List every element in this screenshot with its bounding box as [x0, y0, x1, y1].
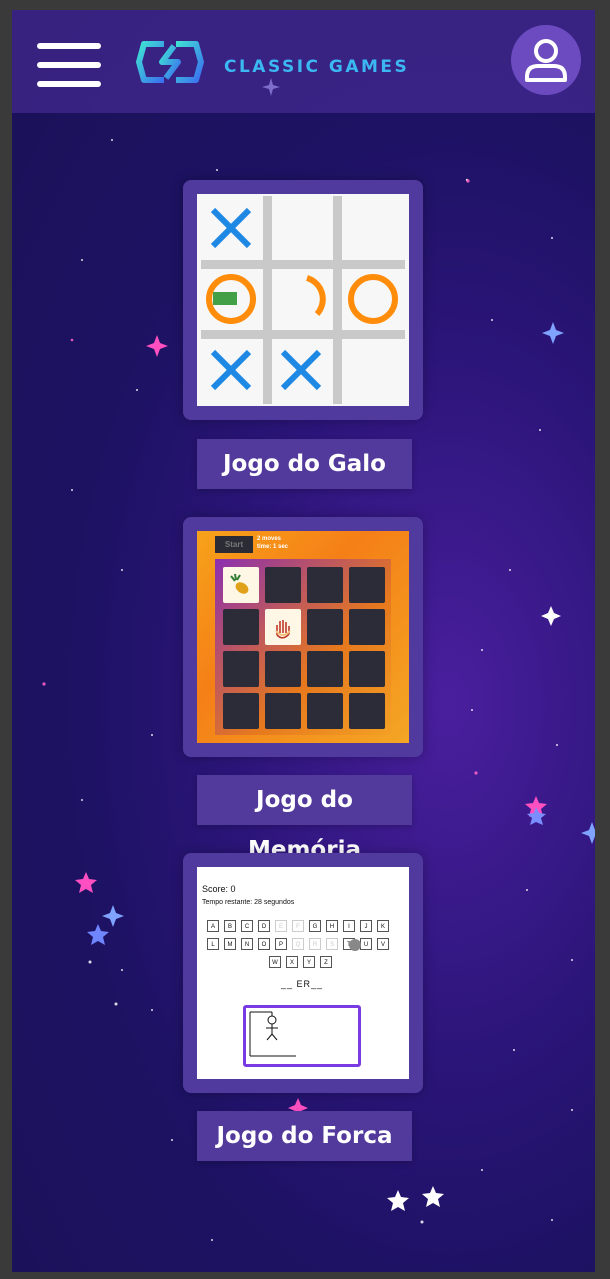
hangman-key-d: D [258, 920, 270, 932]
user-icon [525, 39, 567, 82]
hangman-key-i: I [343, 920, 355, 932]
hangman-button[interactable]: Jogo do Forca [197, 1111, 412, 1161]
hangman-key-q: Q [292, 938, 304, 950]
memory-game-thumbnail: Start 2 moves time: 1 sec [197, 531, 409, 743]
hangman-key-r: R [309, 938, 321, 950]
memory-card [349, 693, 385, 729]
memory-card [265, 693, 301, 729]
hangman-key-c: C [241, 920, 253, 932]
tic-tac-toe-card[interactable] [183, 180, 423, 420]
hangman-key-v: V [377, 938, 389, 950]
memory-time: time: 1 sec [257, 544, 289, 550]
memory-card [307, 567, 343, 603]
hand-icon [275, 620, 291, 639]
hangman-figure [249, 1011, 296, 1057]
memory-card [307, 651, 343, 687]
hangman-key-n: N [241, 938, 253, 950]
memory-card [349, 609, 385, 645]
classic-games-logo [136, 41, 204, 83]
memory-card [223, 651, 259, 687]
tic-tac-toe-board [197, 194, 409, 406]
hangman-key-u: U [360, 938, 372, 950]
memory-board [215, 559, 391, 735]
cursor-dot-icon [349, 939, 361, 951]
pineapple-icon [230, 573, 249, 594]
hangman-key-z: Z [320, 956, 332, 968]
main-screen: CLASSIC GAMES Jogo do Galo Start 2 moves… [12, 10, 595, 1272]
hangman-drawing [243, 1005, 361, 1067]
memory-moves: 2 moves [257, 536, 282, 542]
hangman-key-k: K [377, 920, 389, 932]
memory-card [307, 693, 343, 729]
hangman-key-l: L [207, 938, 219, 950]
memory-card-hand [265, 609, 301, 645]
hangman-key-h: H [326, 920, 338, 932]
hangman-key-p: P [275, 938, 287, 950]
hangman-key-m: M [224, 938, 236, 950]
memory-card [265, 567, 301, 603]
memory-start-button: Start [215, 536, 253, 553]
memory-card-pineapple [223, 567, 259, 603]
memory-card [349, 651, 385, 687]
memory-game-button[interactable]: Jogo do Memória [197, 775, 412, 863]
memory-card [223, 693, 259, 729]
hangman-word: __ ER__ [281, 979, 324, 989]
memory-game-card[interactable]: Start 2 moves time: 1 sec [183, 517, 423, 757]
memory-stats: 2 moves time: 1 sec [257, 535, 288, 551]
memory-card [223, 609, 259, 645]
memory-card [307, 609, 343, 645]
user-profile-button[interactable] [511, 25, 581, 95]
tic-tac-toe-button[interactable]: Jogo do Galo [197, 439, 412, 489]
tic-tac-toe-thumbnail [197, 194, 409, 406]
hangman-time: Tempo restante: 28 segundos [202, 899, 295, 906]
hangman-key-s: S [326, 938, 338, 950]
memory-card [349, 567, 385, 603]
hangman-key-j: J [360, 920, 372, 932]
hamburger-menu-icon[interactable] [37, 43, 101, 87]
hangman-key-y: Y [303, 956, 315, 968]
hangman-key-a: A [207, 920, 219, 932]
brand-name: CLASSIC GAMES [224, 57, 410, 77]
hangman-key-g: G [309, 920, 321, 932]
hangman-key-o: O [258, 938, 270, 950]
hangman-key-x: X [286, 956, 298, 968]
hangman-key-e: E [275, 920, 287, 932]
hangman-key-w: W [269, 956, 281, 968]
hangman-thumbnail: Score: 0 Tempo restante: 28 segundos ABC… [197, 867, 409, 1079]
hangman-score: Score: 0 [202, 884, 236, 894]
hangman-card[interactable]: Score: 0 Tempo restante: 28 segundos ABC… [183, 853, 423, 1093]
memory-card [265, 651, 301, 687]
hangman-key-f: F [292, 920, 304, 932]
hangman-key-b: B [224, 920, 236, 932]
